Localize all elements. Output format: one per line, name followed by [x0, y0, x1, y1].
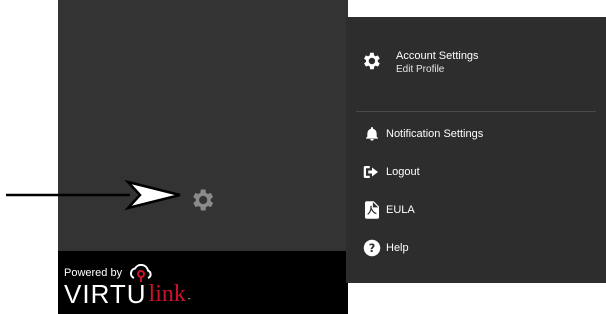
- eula-label: EULA: [386, 204, 415, 216]
- annotation-arrow: [6, 179, 181, 211]
- gear-icon: [364, 52, 380, 70]
- notification-settings-label: Notification Settings: [386, 128, 484, 140]
- document-icon: [362, 200, 382, 220]
- eula-item[interactable]: EULA: [362, 200, 415, 220]
- brand-bar: Powered by VIRTU link -: [58, 251, 348, 314]
- account-settings-texts: Account Settings Edit Profile: [396, 50, 479, 75]
- help-icon: ?: [362, 238, 382, 258]
- account-settings-label: Account Settings: [396, 50, 479, 62]
- svg-text:?: ?: [369, 242, 376, 255]
- logout-icon: [362, 162, 382, 182]
- brand-virtu-text: VIRTU: [64, 279, 147, 309]
- brand-tm-mark: -: [187, 294, 191, 303]
- brand-link-text: link: [148, 281, 186, 307]
- edit-profile-label: Edit Profile: [396, 64, 445, 75]
- notification-settings-item[interactable]: Notification Settings: [362, 124, 483, 144]
- help-label: Help: [386, 242, 409, 254]
- powered-by-label: Powered by: [64, 267, 123, 279]
- settings-gear-icon[interactable]: [188, 186, 216, 214]
- bell-icon: [362, 124, 382, 144]
- help-item[interactable]: ? Help: [362, 238, 409, 258]
- logout-item[interactable]: Logout: [362, 162, 420, 182]
- settings-dropdown-menu: Account Settings Edit Profile Notificati…: [346, 17, 606, 283]
- menu-divider: [356, 111, 596, 112]
- account-settings-item[interactable]: Account Settings Edit Profile: [360, 50, 479, 75]
- logout-label: Logout: [386, 166, 420, 178]
- brand-logo: VIRTU link -: [64, 281, 191, 307]
